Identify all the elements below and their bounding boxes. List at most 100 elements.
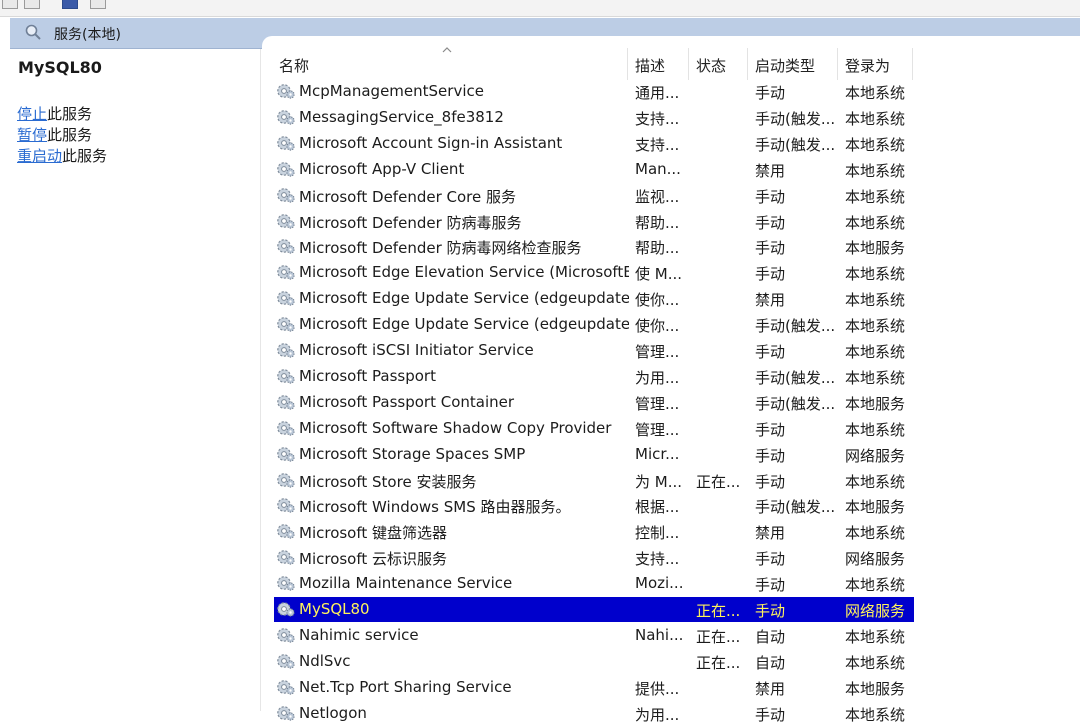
service-row[interactable]: MySQL80 正在... 手动 网络服务 — [274, 597, 914, 622]
service-row[interactable]: Microsoft iSCSI Initiator Service 管理... 手动… — [274, 338, 914, 363]
service-row[interactable]: Microsoft App-V Client Man... 禁用 本地系统 — [274, 157, 914, 182]
service-gear-icon — [277, 420, 295, 436]
service-row[interactable]: Microsoft Passport 为用... 手动(触发... 本地系统 — [274, 364, 914, 389]
service-gear-icon — [277, 317, 295, 332]
service-startup-type: 手动 — [755, 576, 786, 595]
service-startup-type: 禁用 — [755, 524, 786, 543]
service-name: Microsoft Passport — [299, 366, 436, 385]
service-row[interactable]: Microsoft Edge Update Service (edgeupdat… — [274, 312, 914, 337]
column-divider[interactable] — [747, 48, 748, 80]
service-startup-type: 禁用 — [755, 291, 786, 310]
properties-icon[interactable] — [62, 0, 78, 9]
column-header-name[interactable]: 名称 — [279, 55, 309, 76]
column-divider[interactable] — [688, 48, 689, 80]
service-row[interactable]: Microsoft Software Shadow Copy Provider 管… — [274, 416, 914, 441]
service-name: Microsoft Store 安装服务 — [299, 472, 477, 491]
service-description: Nahi... — [635, 625, 684, 644]
service-startup-type: 手动 — [755, 602, 786, 620]
folder-icon[interactable] — [24, 0, 40, 9]
service-description: 帮助... — [635, 213, 680, 232]
service-row[interactable]: Microsoft Passport Container 管理... 手动(触发..… — [274, 390, 914, 415]
service-row[interactable]: Microsoft Account Sign-in Assistant 支持...… — [274, 131, 914, 156]
column-header-log-on-as[interactable]: 登录为 — [845, 55, 890, 76]
service-description: 通用... — [635, 84, 680, 102]
service-description: 监视... — [635, 187, 680, 206]
service-gear-icon — [277, 84, 295, 99]
service-gear-icon — [277, 161, 295, 177]
service-row[interactable]: Microsoft Defender 防病毒服务 帮助... 手动 本地系统 — [274, 209, 914, 234]
service-row[interactable]: Netlogon 为用... 手动 本地系统 — [274, 701, 914, 726]
service-description: 根据... — [635, 498, 680, 517]
stop-action: 停止此服务 — [17, 103, 92, 124]
service-row[interactable]: Microsoft Edge Elevation Service (Micros… — [274, 260, 914, 285]
selected-service-name: MySQL80 — [18, 58, 102, 77]
stop-service-link[interactable]: 停止 — [17, 105, 47, 123]
service-name: Microsoft Defender 防病毒网络检查服务 — [299, 239, 582, 258]
service-gear-icon — [277, 472, 295, 488]
column-divider[interactable] — [837, 48, 838, 80]
column-divider[interactable] — [912, 48, 913, 80]
service-gear-icon — [277, 498, 295, 513]
service-description: 管理... — [635, 420, 680, 439]
service-log-on-as: 本地服务 — [845, 679, 906, 698]
column-header-startup-type[interactable]: 启动类型 — [755, 55, 815, 76]
service-row[interactable]: Microsoft 云标识服务 支持... 手动 网络服务 — [274, 545, 914, 570]
service-row[interactable]: Microsoft Defender 防病毒网络检查服务 帮助... 手动 本地服务 — [274, 234, 914, 259]
toolbar — [0, 0, 1080, 17]
service-gear-icon — [277, 369, 295, 384]
service-startup-type: 手动(触发... — [755, 368, 836, 387]
service-description: 为 M... — [635, 472, 683, 491]
service-gear-icon — [277, 239, 295, 254]
service-gear-icon — [277, 576, 295, 591]
service-log-on-as: 本地系统 — [845, 524, 906, 543]
service-log-on-as: 本地系统 — [845, 627, 906, 646]
service-row[interactable]: Microsoft Storage Spaces SMP Micr... 手动 网络服… — [274, 442, 914, 467]
service-name: Mozilla Maintenance Service — [299, 574, 513, 593]
service-log-on-as: 本地系统 — [845, 472, 906, 491]
service-row[interactable]: Microsoft Store 安装服务 为 M... 正在... 手动 本地系统 — [274, 468, 914, 493]
search-gear-icon — [25, 24, 41, 40]
service-gear-icon — [277, 394, 295, 410]
service-name: Microsoft Defender Core 服务 — [299, 187, 516, 206]
service-row[interactable]: Microsoft Edge Update Service (edgeupdat… — [274, 286, 914, 311]
service-row[interactable]: Microsoft Defender Core 服务 监视... 手动 本地系统 — [274, 183, 914, 208]
service-log-on-as: 本地系统 — [845, 135, 906, 154]
service-log-on-as: 网络服务 — [845, 550, 906, 569]
service-log-on-as: 本地系统 — [845, 368, 906, 387]
service-name: McpManagementService — [299, 82, 484, 100]
service-startup-type: 自动 — [755, 653, 786, 672]
service-startup-type: 禁用 — [755, 161, 786, 180]
service-name: MySQL80 — [299, 600, 370, 618]
service-startup-type: 手动 — [755, 420, 786, 439]
service-gear-icon — [277, 679, 295, 695]
service-gear-icon — [277, 110, 295, 125]
service-row[interactable]: Microsoft Windows SMS 路由器服务。 根据... 手动(触发..… — [274, 493, 914, 518]
service-description: Micr... — [635, 444, 680, 463]
restart-service-link[interactable]: 重启动 — [17, 147, 62, 165]
column-header-status[interactable]: 状态 — [696, 55, 726, 76]
service-startup-type: 手动(触发... — [755, 317, 836, 336]
back-icon[interactable] — [2, 0, 18, 9]
pause-service-link[interactable]: 暂停 — [17, 126, 47, 144]
service-description: 支持... — [635, 135, 680, 154]
service-row[interactable]: Mozilla Maintenance Service Mozi... 手动 本地系统 — [274, 571, 914, 596]
service-row[interactable]: Nahimic service Nahi... 正在... 自动 本地系统 — [274, 623, 914, 648]
service-row[interactable]: McpManagementService 通用... 手动 本地系统 — [274, 79, 914, 104]
column-divider[interactable] — [627, 48, 628, 80]
service-description: 管理... — [635, 343, 680, 361]
service-gear-icon — [277, 705, 295, 721]
service-log-on-as: 本地系统 — [845, 213, 906, 232]
help-icon[interactable] — [90, 0, 106, 9]
service-description: 使你... — [635, 291, 680, 310]
service-row[interactable]: Microsoft 键盘筛选器 控制... 禁用 本地系统 — [274, 519, 914, 544]
column-header-description[interactable]: 描述 — [635, 55, 665, 76]
service-log-on-as: 本地系统 — [845, 576, 906, 595]
service-row[interactable]: NdlSvc 正在... 自动 本地系统 — [274, 649, 914, 674]
service-row[interactable]: MessagingService_8fe3812 支持... 手动(触发... 本地系… — [274, 105, 914, 130]
service-gear-icon — [277, 187, 295, 203]
service-row[interactable]: Net.Tcp Port Sharing Service 提供... 禁用 本地服务 — [274, 675, 914, 700]
service-log-on-as: 本地系统 — [845, 109, 906, 128]
service-startup-type: 手动(触发... — [755, 135, 836, 154]
service-name: Microsoft 键盘筛选器 — [299, 524, 448, 543]
service-log-on-as: 本地系统 — [845, 187, 906, 206]
